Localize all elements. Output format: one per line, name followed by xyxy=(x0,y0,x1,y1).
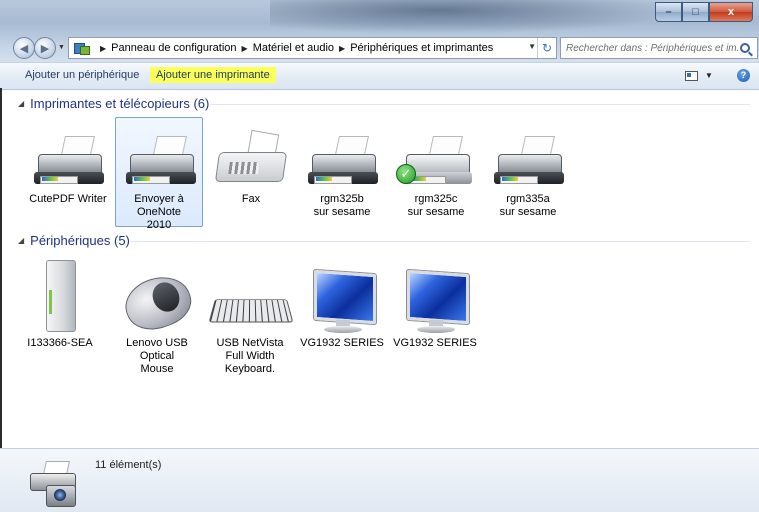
section-divider xyxy=(130,241,750,242)
collapse-triangle-icon[interactable]: ◢ xyxy=(18,236,24,245)
forward-button[interactable]: ▶ xyxy=(34,37,56,59)
arrow-right-icon: ▶ xyxy=(40,42,50,55)
caption-buttons: – □ x xyxy=(655,2,753,22)
device-label: rgm325b sur sesame xyxy=(313,193,371,218)
titlebar-glass xyxy=(270,0,690,34)
search-placeholder: Rechercher dans : Périphériques et im... xyxy=(566,42,738,54)
printer-icon xyxy=(24,128,112,190)
device-item-fax[interactable]: Fax xyxy=(207,128,295,206)
mouse-icon xyxy=(113,268,201,338)
chevron-right-icon[interactable]: ▶ xyxy=(100,44,106,53)
collapse-triangle-icon[interactable]: ◢ xyxy=(18,99,24,108)
arrow-left-icon: ◀ xyxy=(19,42,29,55)
section-header-devices[interactable]: ◢ Périphériques (5) xyxy=(18,233,130,248)
section-header-printers[interactable]: ◢ Imprimantes et télécopieurs (6) xyxy=(18,96,209,111)
device-label: I133366-SEA xyxy=(27,337,93,349)
navigation-bar: ◀ ▶ ▼ ▶ Panneau de configuration ▶ Matér… xyxy=(0,34,759,62)
recent-pages-dropdown[interactable]: ▼ xyxy=(58,44,65,51)
status-bar: 11 élément(s) xyxy=(0,448,759,512)
chevron-right-icon[interactable]: ▶ xyxy=(242,44,248,53)
breadcrumb-devices-printers[interactable]: Périphériques et imprimantes xyxy=(350,42,493,54)
device-item-cutepdf[interactable]: CutePDF Writer xyxy=(24,128,112,206)
chevron-right-icon[interactable]: ▶ xyxy=(339,44,345,53)
device-label: rgm325c sur sesame xyxy=(407,193,465,218)
device-item-mouse[interactable]: Lenovo USB Optical Mouse xyxy=(113,268,201,376)
device-label: Lenovo USB Optical Mouse xyxy=(126,337,188,375)
help-icon[interactable]: ? xyxy=(737,69,750,82)
printer-icon xyxy=(116,128,204,190)
device-item-rgm325c[interactable]: ✓ rgm325c sur sesame xyxy=(392,128,480,219)
search-input[interactable]: Rechercher dans : Périphériques et im... xyxy=(560,37,758,59)
device-label: VG1932 SERIES xyxy=(393,337,477,349)
device-label: USB NetVista Full Width Keyboard. xyxy=(216,337,284,375)
address-bar[interactable]: ▶ Panneau de configuration ▶ Matériel et… xyxy=(68,37,557,59)
change-view-icon[interactable] xyxy=(685,71,698,81)
back-button[interactable]: ◀ xyxy=(13,37,35,59)
view-options-dropdown[interactable]: ▼ xyxy=(705,71,713,80)
maximize-button[interactable]: □ xyxy=(682,2,709,22)
device-item-drive[interactable]: I133366-SEA xyxy=(16,260,104,350)
device-label: rgm335a sur sesame xyxy=(499,193,557,218)
drive-icon xyxy=(16,260,104,334)
control-panel-icon xyxy=(73,41,91,55)
command-bar: Ajouter un périphérique Ajouter une impr… xyxy=(0,62,759,90)
printer-icon: ✓ xyxy=(392,128,480,190)
device-item-rgm325b[interactable]: rgm325b sur sesame xyxy=(298,128,386,219)
add-device-button[interactable]: Ajouter un périphérique xyxy=(25,69,139,81)
breadcrumb-hardware-audio[interactable]: Matériel et audio xyxy=(253,42,334,54)
refresh-icon: ↻ xyxy=(541,41,553,55)
device-label: Envoyer à OneNote 2010 xyxy=(134,193,184,231)
item-count: 11 élément(s) xyxy=(95,459,162,471)
devices-printers-icon xyxy=(24,457,84,507)
fax-icon xyxy=(207,128,295,190)
keyboard-icon xyxy=(206,272,294,334)
minimize-button[interactable]: – xyxy=(655,2,682,22)
section-title-printers: Imprimantes et télécopieurs (6) xyxy=(30,96,210,111)
printer-icon xyxy=(298,128,386,190)
device-item-onenote[interactable]: Envoyer à OneNote 2010 xyxy=(115,117,204,231)
device-label: CutePDF Writer xyxy=(29,193,107,205)
section-divider xyxy=(210,104,750,105)
address-dropdown[interactable]: ▼ xyxy=(528,42,536,51)
add-printer-button[interactable]: Ajouter une imprimante xyxy=(150,67,276,83)
device-label: VG1932 SERIES xyxy=(300,337,384,349)
window-edge xyxy=(0,88,2,448)
default-check-icon: ✓ xyxy=(396,164,416,184)
close-button[interactable]: x xyxy=(709,2,753,22)
device-item-keyboard[interactable]: USB NetVista Full Width Keyboard. xyxy=(206,272,294,376)
search-icon[interactable] xyxy=(740,43,750,53)
breadcrumb-control-panel[interactable]: Panneau de configuration xyxy=(111,42,236,54)
printer-icon xyxy=(484,128,572,190)
device-item-monitor-2[interactable]: VG1932 SERIES xyxy=(391,269,479,350)
section-title-devices: Périphériques (5) xyxy=(30,233,130,248)
device-item-rgm335a[interactable]: rgm335a sur sesame xyxy=(484,128,572,219)
refresh-button[interactable]: ↻ xyxy=(537,38,556,58)
device-item-monitor-1[interactable]: VG1932 SERIES xyxy=(298,269,386,350)
monitor-icon xyxy=(298,269,386,334)
device-label: Fax xyxy=(241,193,261,205)
monitor-icon xyxy=(391,269,479,334)
